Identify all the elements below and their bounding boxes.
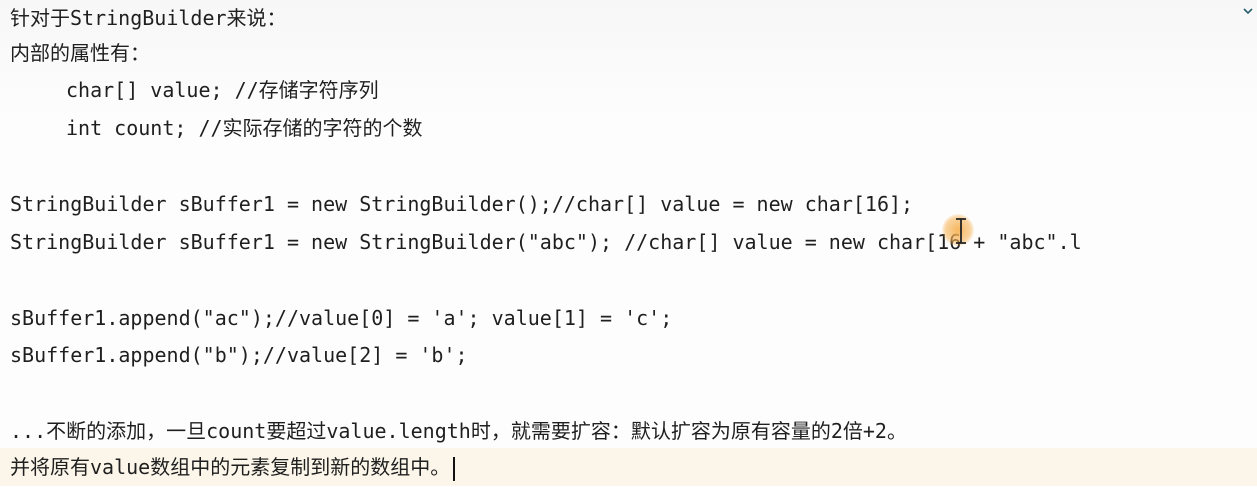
chevron-down-icon[interactable] bbox=[1243, 6, 1253, 16]
editor-line-13-text: 并将原有value数组中的元素复制到新的数组中。 bbox=[10, 455, 451, 479]
editor-line-5[interactable] bbox=[10, 147, 1257, 185]
editor-line-7[interactable]: StringBuilder sBuffer1 = new StringBuild… bbox=[10, 223, 1257, 261]
editor-line-6[interactable]: StringBuilder sBuffer1 = new StringBuild… bbox=[10, 185, 1257, 223]
editor-line-4[interactable]: int count; //实际存储的字符的个数 bbox=[66, 109, 1257, 147]
text-caret bbox=[453, 456, 456, 481]
editor-line-13[interactable]: 并将原有value数组中的元素复制到新的数组中。 bbox=[10, 448, 1257, 486]
editor-line-11[interactable] bbox=[10, 374, 1257, 412]
text-editor[interactable]: 针对于StringBuilder来说： 内部的属性有： char[] value… bbox=[0, 0, 1257, 487]
editor-line-3[interactable]: char[] value; //存储字符序列 bbox=[66, 71, 1257, 109]
editor-line-8[interactable] bbox=[10, 261, 1257, 299]
editor-line-1[interactable]: 针对于StringBuilder来说： bbox=[10, 0, 1257, 37]
editor-line-12[interactable]: ...不断的添加，一旦count要超过value.length时，就需要扩容：默… bbox=[10, 412, 1257, 450]
editor-line-2[interactable]: 内部的属性有： bbox=[10, 34, 1257, 72]
text-cursor-icon bbox=[956, 218, 966, 244]
editor-line-10[interactable]: sBuffer1.append("b");//value[2] = 'b'; bbox=[10, 336, 1257, 374]
editor-line-9[interactable]: sBuffer1.append("ac");//value[0] = 'a'; … bbox=[10, 299, 1257, 337]
